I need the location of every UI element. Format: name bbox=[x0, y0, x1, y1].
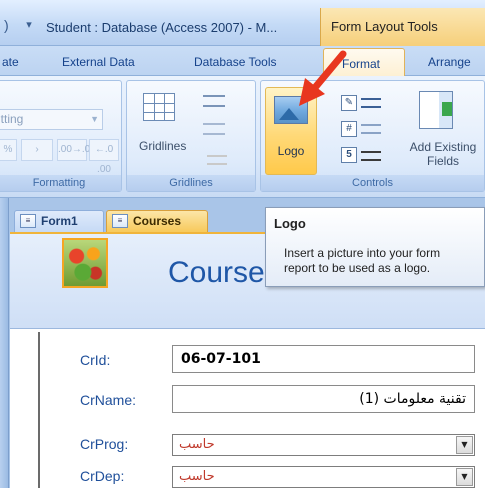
tab-form1-label: Form1 bbox=[41, 214, 78, 228]
gridlines-group-label: Gridlines bbox=[127, 175, 255, 191]
add-existing-fields-label[interactable]: Add Existing Fields bbox=[398, 140, 485, 168]
tab-external-data[interactable]: External Data bbox=[62, 55, 135, 69]
contextual-tab-group: Form Layout Tools bbox=[320, 8, 485, 46]
crdep-label: CrDep: bbox=[80, 468, 125, 484]
gridlines-button[interactable]: Gridlines bbox=[139, 139, 186, 153]
tooltip-line-1: Insert a picture into your form bbox=[284, 246, 441, 260]
percent-button[interactable]: % bbox=[0, 139, 17, 161]
form-title[interactable]: Courses bbox=[168, 256, 280, 290]
crid-label: CrId: bbox=[80, 352, 111, 368]
logo-button-label: Logo bbox=[277, 144, 305, 158]
chevron-down-icon: ▼ bbox=[90, 114, 99, 124]
date-time-icon[interactable]: 5 bbox=[341, 147, 357, 163]
line-style-icon[interactable] bbox=[203, 95, 225, 107]
line-thickness-icon[interactable] bbox=[361, 98, 381, 108]
increase-decimals-button[interactable]: .00→.0 bbox=[57, 139, 90, 161]
add-existing-fields-icon[interactable] bbox=[419, 91, 453, 129]
window-title: Student : Database (Access 2007) - M... bbox=[46, 20, 278, 35]
chevron-down-icon[interactable]: ▼ bbox=[456, 436, 473, 454]
line-color-control-icon[interactable] bbox=[361, 151, 381, 161]
ribbon: itting ▼ % › .00→.0 ←.0 .00 Formatting G… bbox=[0, 76, 485, 198]
crdep-combo[interactable]: حاسب ▼ bbox=[172, 466, 475, 488]
line-type-icon[interactable] bbox=[361, 124, 381, 134]
title-bar: ) ▾ Student : Database (Access 2007) - M… bbox=[0, 0, 485, 46]
crprog-combo[interactable]: حاسب ▼ bbox=[172, 434, 475, 456]
tab-create[interactable]: ate bbox=[2, 55, 19, 69]
logo-tooltip: Logo Insert a picture into your form rep… bbox=[265, 207, 485, 287]
crid-field[interactable]: 06-07-101 bbox=[172, 345, 475, 373]
line-width-icon[interactable] bbox=[203, 123, 225, 135]
formatting-group-label: Formatting bbox=[0, 175, 121, 191]
tooltip-line-2: report to be used as a logo. bbox=[284, 261, 431, 275]
tab-database-tools[interactable]: Database Tools bbox=[194, 55, 277, 69]
decrease-decimals-button[interactable]: ←.0 .00 bbox=[89, 139, 119, 175]
navigation-pane-edge[interactable] bbox=[0, 198, 9, 488]
gridlines-table-icon bbox=[143, 93, 175, 121]
quick-access-dropdown-icon[interactable]: ▾ bbox=[20, 16, 38, 34]
page-numbers-icon[interactable]: # bbox=[341, 121, 357, 137]
controls-group-label: Controls bbox=[261, 175, 484, 191]
tab-arrange[interactable]: Arrange bbox=[428, 55, 471, 69]
tooltip-body: Insert a picture into your form report t… bbox=[284, 246, 484, 276]
crdep-value: حاسب bbox=[179, 469, 215, 484]
tab-form1[interactable]: ≡ Form1 bbox=[14, 210, 104, 232]
formatting-group: itting ▼ % › .00→.0 ←.0 .00 Formatting bbox=[0, 80, 122, 192]
crprog-label: CrProg: bbox=[80, 436, 129, 452]
contextual-tab-group-label: Form Layout Tools bbox=[331, 19, 438, 34]
form-icon: ≡ bbox=[112, 214, 128, 228]
annotation-arrow-icon bbox=[299, 50, 347, 106]
comma-button[interactable]: › bbox=[21, 139, 53, 161]
window-edge: ) bbox=[4, 17, 9, 33]
tooltip-title: Logo bbox=[274, 216, 306, 231]
ribbon-tab-strip: ate External Data Database Tools Arrange bbox=[0, 46, 485, 76]
form-divider bbox=[38, 332, 40, 488]
line-color-icon[interactable] bbox=[207, 155, 227, 165]
crname-label: CrName: bbox=[80, 392, 137, 408]
gridlines-group: Gridlines Gridlines bbox=[126, 80, 256, 192]
form-logo-image[interactable] bbox=[62, 238, 108, 288]
chevron-down-icon[interactable]: ▼ bbox=[456, 468, 473, 486]
tab-courses-label: Courses bbox=[133, 214, 182, 228]
form-icon: ≡ bbox=[20, 214, 36, 228]
tab-courses[interactable]: ≡ Courses bbox=[106, 210, 208, 232]
crprog-value: حاسب bbox=[179, 437, 215, 452]
crname-field[interactable]: تقنية معلومات (1) bbox=[172, 385, 475, 413]
format-select[interactable]: itting ▼ bbox=[0, 109, 103, 130]
format-select-value: itting bbox=[0, 112, 24, 126]
